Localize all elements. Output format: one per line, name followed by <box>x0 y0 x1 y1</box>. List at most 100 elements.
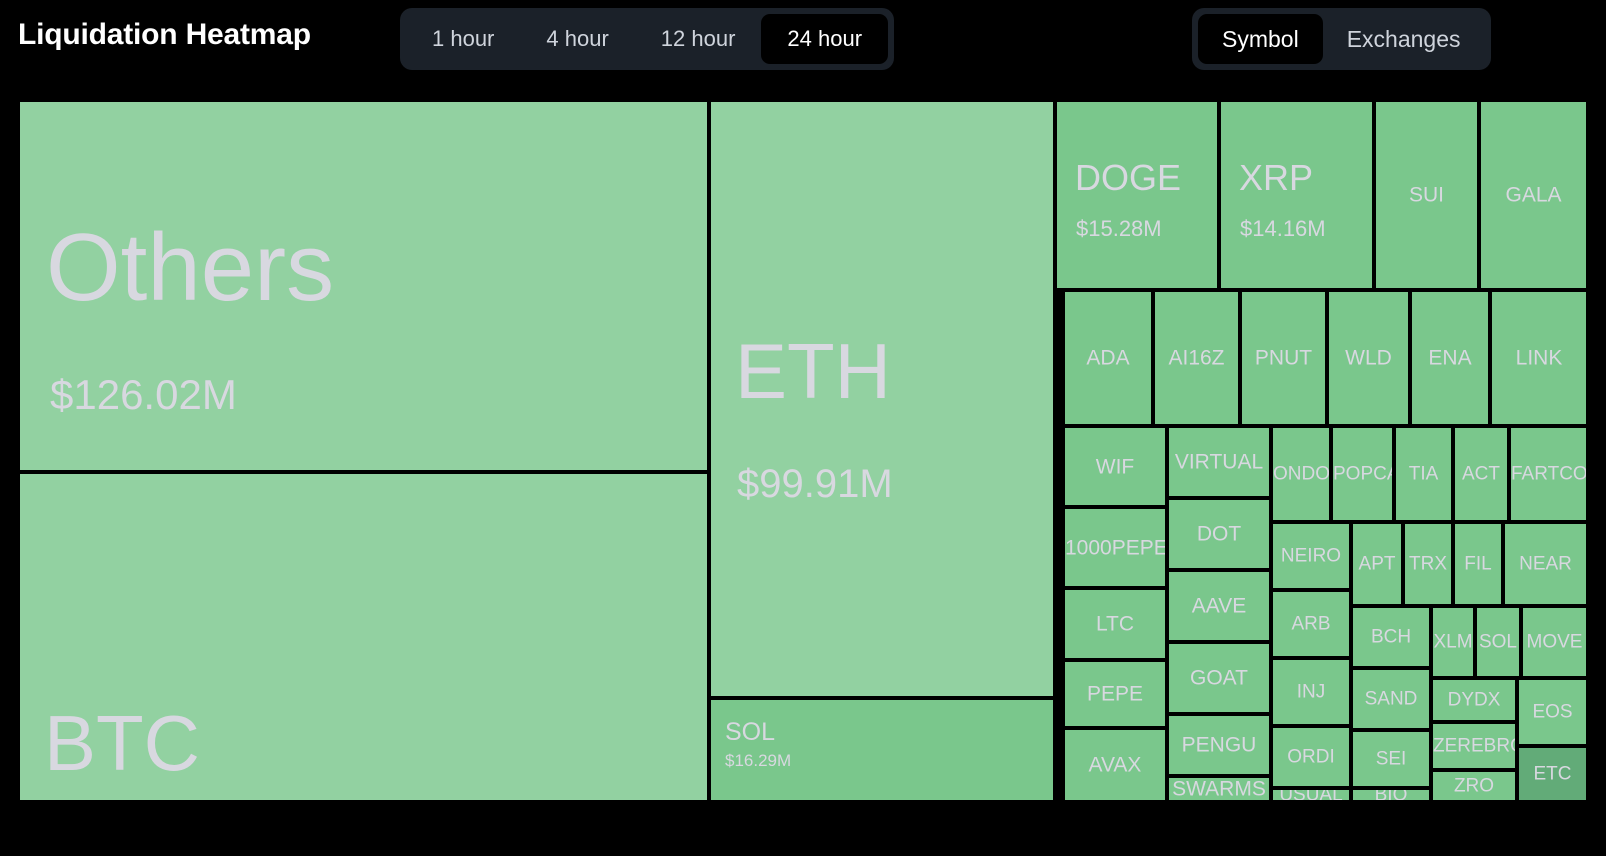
tile-symbol-label: LINK <box>1515 346 1563 370</box>
tile-symbol-label: SOL <box>725 718 776 746</box>
treemap-tile-move[interactable]: MOVE <box>1521 606 1588 678</box>
tile-symbol-label: GOAT <box>1190 666 1248 690</box>
timeframe-tab-24-hour[interactable]: 24 hour <box>761 14 889 64</box>
tile-symbol-label: SWARMS <box>1172 777 1266 801</box>
treemap-tile-neiro[interactable]: NEIRO <box>1271 522 1351 590</box>
timeframe-tab-1-hour[interactable]: 1 hour <box>406 14 520 64</box>
treemap-tile-zro[interactable]: ZRO <box>1431 770 1517 802</box>
tile-symbol-label: BCH <box>1370 626 1412 648</box>
tile-symbol-label: LTC <box>1095 612 1135 636</box>
timeframe-tab-group: 1 hour 4 hour 12 hour 24 hour <box>400 8 895 70</box>
tile-symbol-label: AVAX <box>1088 753 1142 777</box>
tile-symbol-label: DOT <box>1196 522 1242 546</box>
tile-symbol-label: 1000PEPE <box>1065 536 1167 559</box>
tile-symbol-label: ARB <box>1291 613 1331 635</box>
treemap-tile-zerebro[interactable]: ZEREBRO <box>1431 722 1517 770</box>
treemap-tile-pengu[interactable]: PENGU <box>1167 714 1271 776</box>
treemap-tile-usual[interactable]: USUAL <box>1271 788 1351 802</box>
tile-symbol-label: PNUT <box>1254 346 1313 370</box>
tile-symbol-label: NEAR <box>1519 553 1572 575</box>
treemap-tile-doge[interactable]: DOGE $15.28M <box>1055 100 1219 290</box>
treemap-tile-apt[interactable]: APT <box>1351 522 1403 606</box>
treemap-tile-sol[interactable]: SOL <box>1475 606 1521 678</box>
treemap-tile-btc[interactable]: BTC$106.47M <box>18 472 709 802</box>
treemap-tile-swarms[interactable]: SWARMS <box>1167 776 1271 802</box>
treemap-tile-ltc[interactable]: LTC <box>1063 588 1167 660</box>
tile-value-label: $16.29M <box>725 751 792 770</box>
treemap-tile-dydx[interactable]: DYDX <box>1431 678 1517 722</box>
liquidation-treemap: Others $126.02M BTC$106.47M ETH $99.91M SOL $1… <box>0 86 1606 826</box>
treemap-tile-tia[interactable]: TIA <box>1394 426 1453 522</box>
treemap-tile-inj[interactable]: INJ <box>1271 658 1351 726</box>
treemap-tile-pnut[interactable]: PNUT <box>1240 290 1327 426</box>
treemap-tile-others[interactable]: Others $126.02M <box>18 100 709 472</box>
treemap-tile-bch[interactable]: BCH <box>1351 606 1431 668</box>
treemap-tile-ai16z[interactable]: AI16Z <box>1153 290 1240 426</box>
tile-value-label: $99.91M <box>737 462 893 506</box>
tile-symbol-label: TIA <box>1408 463 1439 485</box>
tile-symbol-label: ONDO <box>1273 463 1330 485</box>
treemap-tile-dot[interactable]: DOT <box>1167 498 1271 570</box>
treemap-tile-wif[interactable]: WIF <box>1063 426 1167 507</box>
treemap-tile-goat[interactable]: GOAT <box>1167 642 1271 714</box>
tile-symbol-label: BIO <box>1374 788 1408 802</box>
treemap-tile-eth[interactable]: ETH $99.91M <box>709 100 1055 698</box>
treemap-tile-xlm[interactable]: XLM <box>1431 606 1475 678</box>
treemap-tile-trx[interactable]: TRX <box>1403 522 1453 606</box>
tile-value-label: $15.28M <box>1076 216 1162 241</box>
treemap-tile-fil[interactable]: FIL <box>1453 522 1503 606</box>
timeframe-tab-4-hour[interactable]: 4 hour <box>520 14 634 64</box>
treemap-tile-act[interactable]: ACT <box>1453 426 1509 522</box>
tile-value-label: $126.02M <box>50 371 237 418</box>
tile-symbol-label: ZRO <box>1453 775 1495 797</box>
tile-symbol-label: AI16Z <box>1168 346 1225 370</box>
treemap-tile-avax[interactable]: AVAX <box>1063 728 1167 802</box>
tile-symbol-label: ADA <box>1086 346 1130 370</box>
treemap-tile-eos[interactable]: EOS <box>1517 678 1588 746</box>
treemap-tile-gala[interactable]: GALA <box>1479 100 1588 290</box>
treemap-tile-ondo[interactable]: ONDO <box>1271 426 1331 522</box>
treemap-tile-sand[interactable]: SAND <box>1351 668 1431 730</box>
treemap-tile-near[interactable]: NEAR <box>1503 522 1588 606</box>
view-tab-exchanges[interactable]: Exchanges <box>1323 14 1485 64</box>
treemap-tile-virtual[interactable]: VIRTUAL <box>1167 426 1271 498</box>
treemap-tile-sui[interactable]: SUI <box>1374 100 1479 290</box>
tile-symbol-label: PENGU <box>1181 733 1257 757</box>
treemap-tile-popcat[interactable]: POPCAT <box>1331 426 1394 522</box>
treemap-tile-1000pepe[interactable]: 1000PEPE <box>1063 507 1167 588</box>
treemap-tile-etc[interactable]: ETC <box>1517 746 1588 802</box>
treemap-tile-wld[interactable]: WLD <box>1327 290 1410 426</box>
tile-symbol-label: SEI <box>1375 748 1407 770</box>
tile-symbol-label: VIRTUAL <box>1174 450 1264 474</box>
treemap-tile-ena[interactable]: ENA <box>1410 290 1490 426</box>
view-tab-symbol[interactable]: Symbol <box>1198 14 1323 64</box>
tile-symbol-label: FARTCOIN <box>1511 463 1588 485</box>
tile-symbol-label: PEPE <box>1086 682 1144 706</box>
tile-value-label: $14.16M <box>1240 216 1326 241</box>
tile-symbol-label: ETH <box>735 327 891 415</box>
tile-symbol-label: SAND <box>1364 688 1418 710</box>
treemap-tile-aave[interactable]: AAVE <box>1167 570 1271 642</box>
tile-symbol-label: APT <box>1358 553 1396 575</box>
tile-symbol-label: SOL <box>1478 631 1518 653</box>
treemap-tile-link[interactable]: LINK <box>1490 290 1588 426</box>
treemap-tile-ada[interactable]: ADA <box>1063 290 1153 426</box>
treemap-tile-sol[interactable]: SOL $16.29M <box>709 698 1055 802</box>
footer-strip <box>0 826 1606 856</box>
treemap-tile-arb[interactable]: ARB <box>1271 590 1351 658</box>
treemap-tile-fartcoin[interactable]: FARTCOIN <box>1509 426 1588 522</box>
treemap-tile-ordi[interactable]: ORDI <box>1271 726 1351 788</box>
treemap-tile-bio[interactable]: BIO <box>1351 788 1431 802</box>
tile-symbol-label: SUI <box>1408 183 1444 207</box>
tile-symbol-label: ORDI <box>1287 746 1335 768</box>
treemap-tile-xrp[interactable]: XRP $14.16M <box>1219 100 1374 290</box>
tile-symbol-label: XRP <box>1239 157 1314 198</box>
tile-symbol-label: POPCAT <box>1333 463 1392 485</box>
treemap-tile-sei[interactable]: SEI <box>1351 730 1431 788</box>
treemap-tile-pepe[interactable]: PEPE <box>1063 660 1167 728</box>
tile-symbol-label: FIL <box>1464 553 1492 575</box>
page-title: Liquidation Heatmap <box>18 18 311 51</box>
tile-symbol-label: DOGE <box>1075 157 1182 198</box>
timeframe-tab-12-hour[interactable]: 12 hour <box>635 14 762 64</box>
view-toggle-group: Symbol Exchanges <box>1192 8 1491 70</box>
